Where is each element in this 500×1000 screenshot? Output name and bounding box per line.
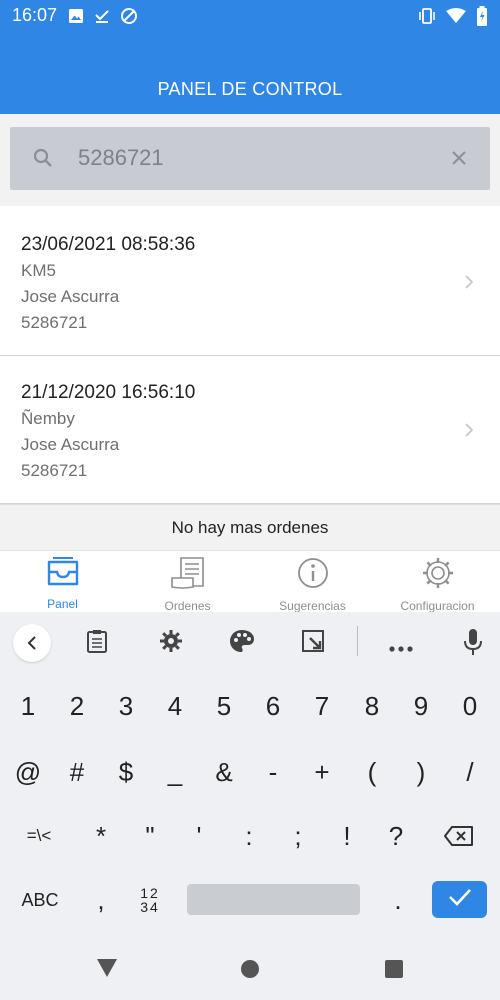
home-circle-icon[interactable] [240, 959, 260, 984]
key-colon[interactable]: : [224, 806, 274, 866]
keyboard-row-2: @ # $ _ & - + ( ) / [0, 742, 500, 802]
settings-icon[interactable] [159, 629, 183, 658]
key-ampersand[interactable]: & [199, 742, 249, 802]
order-location: Ñemby [21, 409, 75, 428]
chevron-right-icon [464, 422, 474, 443]
keyboard-row-3: =\< * " ' : ; ! ? [0, 806, 500, 866]
key-7[interactable]: 7 [297, 676, 347, 736]
key-minus[interactable]: - [248, 742, 298, 802]
more-icon[interactable] [389, 639, 413, 657]
mic-icon[interactable] [463, 628, 483, 661]
keyboard-row-4: ABC , 12 34 . [0, 870, 500, 930]
key-numbers[interactable]: 12 34 [125, 870, 175, 930]
key-single-quote[interactable]: ' [174, 806, 224, 866]
resize-icon[interactable] [301, 629, 325, 658]
key-close-paren[interactable]: ) [396, 742, 446, 802]
clear-icon[interactable] [448, 147, 470, 174]
order-location: KM5 [21, 261, 56, 280]
keyboard-row-1: 1 2 3 4 5 6 7 8 9 0 [0, 676, 500, 736]
key-5[interactable]: 5 [199, 676, 249, 736]
tab-ordenes[interactable]: Ordenes [125, 551, 250, 613]
key-2[interactable]: 2 [52, 676, 102, 736]
key-asterisk[interactable]: * [76, 806, 126, 866]
order-name: Jose Ascurra [21, 435, 120, 454]
key-plus[interactable]: + [297, 742, 347, 802]
enter-key[interactable] [432, 881, 487, 918]
clipboard-icon[interactable] [86, 629, 108, 658]
tab-configuracion[interactable]: Configuracion [375, 551, 500, 613]
key-comma[interactable]: , [76, 870, 126, 930]
search-container [0, 114, 500, 206]
key-hash[interactable]: # [52, 742, 102, 802]
search-icon [32, 147, 54, 174]
key-9[interactable]: 9 [396, 676, 446, 736]
key-3[interactable]: 3 [101, 676, 151, 736]
key-6[interactable]: 6 [248, 676, 298, 736]
key-open-paren[interactable]: ( [347, 742, 397, 802]
info-icon [296, 556, 330, 595]
sync-disabled-icon [120, 7, 138, 30]
order-datetime: 23/06/2021 08:58:36 [21, 234, 196, 255]
order-code: 5286721 [21, 313, 88, 332]
order-code: 5286721 [21, 461, 88, 480]
order-datetime: 21/12/2020 16:56:10 [21, 382, 196, 403]
key-underscore[interactable]: _ [150, 742, 200, 802]
key-at[interactable]: @ [3, 742, 53, 802]
key-double-quote[interactable]: " [125, 806, 175, 866]
list-item[interactable]: 23/06/2021 08:58:36 KM5 Jose Ascurra 528… [0, 208, 500, 356]
orders-list: 23/06/2021 08:58:36 KM5 Jose Ascurra 528… [0, 208, 500, 504]
key-dollar[interactable]: $ [101, 742, 151, 802]
key-1[interactable]: 1 [3, 676, 53, 736]
key-more-symbols[interactable]: =\< [14, 806, 64, 866]
search-input[interactable] [78, 145, 438, 171]
status-time: 16:07 [12, 5, 58, 25]
key-4[interactable]: 4 [150, 676, 200, 736]
inbox-tray-icon [45, 556, 81, 593]
vibrate-icon [418, 8, 436, 29]
key-numbers-top: 12 [140, 885, 160, 901]
chevron-right-icon [464, 274, 474, 295]
back-chevron-icon[interactable] [13, 624, 51, 662]
keyboard-toolbar [0, 612, 500, 670]
key-exclamation[interactable]: ! [322, 806, 372, 866]
tab-label: Sugerencias [279, 599, 346, 613]
tab-label: Configuracion [400, 599, 475, 613]
wifi-icon [446, 8, 466, 29]
palette-icon[interactable] [229, 629, 255, 658]
list-end-message: No hay mas ordenes [0, 504, 500, 550]
battery-icon [476, 6, 488, 31]
backspace-icon[interactable] [434, 806, 484, 866]
app-bar: PANEL DE CONTROL [0, 34, 500, 114]
key-numbers-bottom: 34 [140, 899, 160, 915]
receipt-icon [169, 556, 207, 595]
tab-bar: Panel Ordenes Sugerencias Configuracion [0, 550, 500, 613]
keyboard: 1 2 3 4 5 6 7 8 9 0 @ # $ _ & - + ( ) / … [0, 612, 500, 940]
search-bar[interactable] [10, 127, 490, 190]
key-8[interactable]: 8 [347, 676, 397, 736]
key-period[interactable]: . [373, 870, 423, 930]
check-icon [448, 888, 472, 911]
image-icon [68, 8, 84, 29]
download-done-icon [94, 8, 110, 29]
order-name: Jose Ascurra [21, 287, 120, 306]
gear-icon [421, 556, 455, 595]
toolbar-divider [357, 626, 358, 656]
recents-square-icon[interactable] [384, 959, 404, 984]
tab-sugerencias[interactable]: Sugerencias [250, 551, 375, 613]
list-item[interactable]: 21/12/2020 16:56:10 Ñemby Jose Ascurra 5… [0, 356, 500, 504]
tab-label: Panel [47, 597, 78, 611]
space-bar[interactable] [187, 884, 360, 915]
key-0[interactable]: 0 [445, 676, 495, 736]
back-triangle-icon[interactable] [96, 958, 118, 983]
page-title: PANEL DE CONTROL [157, 78, 343, 99]
status-bar: 16:07 [0, 0, 500, 34]
key-semicolon[interactable]: ; [273, 806, 323, 866]
key-abc[interactable]: ABC [14, 870, 66, 930]
tab-panel[interactable]: Panel [0, 551, 125, 612]
tab-label: Ordenes [164, 599, 211, 613]
key-slash[interactable]: / [445, 742, 495, 802]
key-question[interactable]: ? [371, 806, 421, 866]
system-nav-bar [0, 940, 500, 1000]
